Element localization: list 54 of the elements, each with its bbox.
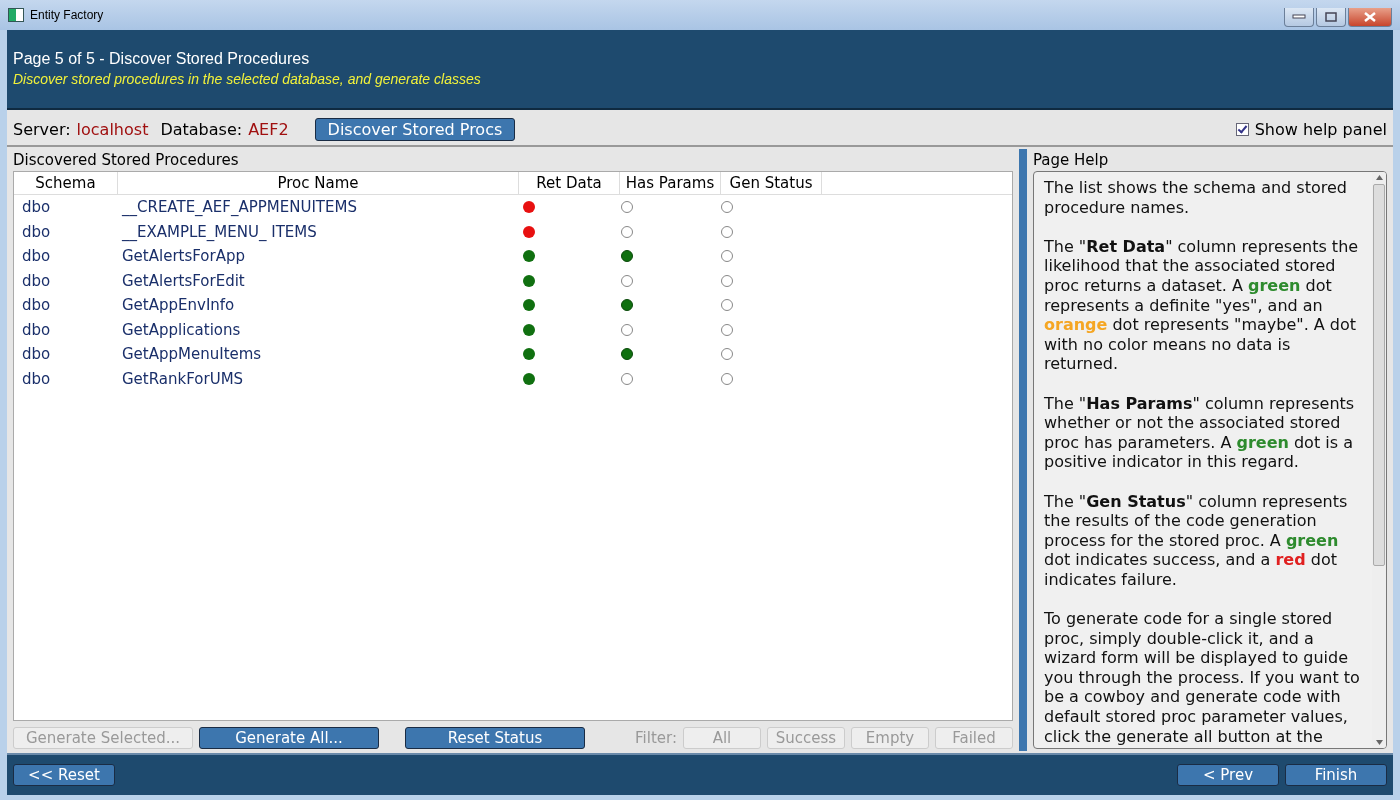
action-button[interactable]: Reset Status: [405, 727, 585, 749]
help-paragraph: To generate code for a single stored proc, simply double-click it, and a wizard form will be displayed to guide you through the process. If you want to be a cowboy and generate code with default stored proc parameter values, click the generate all button at the: [1044, 609, 1361, 747]
table-cell-text: dbo: [21, 296, 52, 315]
window-title: Entity Factory: [30, 8, 104, 22]
maximize-button[interactable]: [1316, 8, 1346, 27]
table-cell-text: GetAppEnvInfo: [121, 296, 236, 315]
scrollbar[interactable]: [1372, 172, 1386, 748]
server-label: Server:: [13, 120, 71, 139]
table-cell-text: dbo: [21, 345, 52, 364]
column-header[interactable]: Has Params: [620, 172, 721, 194]
finish-button[interactable]: Finish: [1285, 764, 1387, 786]
database-label: Database:: [160, 120, 243, 139]
table-cell-text: __CREATE_AEF_APPMENUITEMS: [121, 198, 358, 217]
table-cell-text: dbo: [21, 198, 52, 217]
help-paragraph: The "Ret Data" column represents the likelihood that the associated stored proc returns a dataset. A green dot represents a definite "yes", and an orange dot represents "maybe". A dot with no color means no data is returned.: [1044, 236, 1360, 374]
table-cell-text: __EXAMPLE_MENU_ ITEMS: [121, 222, 318, 241]
column-header[interactable]: Schema: [14, 172, 118, 194]
help-paragraph: The list shows the schema and stored procedure names.: [1044, 178, 1348, 218]
help-paragraph: The "Gen Status" column represents the results of the code generation process for the stored proc. A green dot indicates success, and a red dot indicates failure.: [1044, 491, 1349, 590]
close-button[interactable]: [1348, 8, 1392, 27]
maximize-icon: [1325, 12, 1337, 22]
checkbox-label: Show help panel: [1254, 120, 1387, 139]
column-header[interactable]: Proc Name: [118, 172, 519, 194]
page-subtitle: Discover stored procedures in the selected database, and generate classes: [13, 71, 482, 87]
minimize-button[interactable]: [1284, 8, 1314, 27]
help-paragraph: The "Has Params" column represents whether or not the associated stored proc has parameters. A green dot is a positive indicator in this regard.: [1044, 393, 1356, 472]
minimize-icon: [1292, 14, 1306, 20]
table-cell-text: GetAlertsForEdit: [121, 271, 246, 290]
table-cell-text: GetRankForUMS: [121, 369, 245, 388]
table-cell-text: dbo: [21, 222, 52, 241]
action-button[interactable]: Generate All...: [199, 727, 379, 749]
checkbox[interactable]: [1235, 123, 1249, 136]
table-cell-text: GetAppMenuItems: [121, 345, 263, 364]
database-name: AEF2: [248, 120, 289, 139]
reset-button[interactable]: << Reset: [13, 764, 115, 786]
page-title: Page 5 of 5 - Discover Stored Procedures: [13, 50, 311, 68]
table-cell-text: dbo: [21, 271, 52, 290]
scroll-up-icon[interactable]: [1375, 175, 1383, 180]
column-header[interactable]: Ret Data: [519, 172, 620, 194]
panel-title: Discovered Stored Procedures: [13, 150, 240, 171]
column-header[interactable]: Gen Status: [721, 172, 822, 194]
discover-button[interactable]: Discover Stored Procs: [314, 118, 516, 141]
server-name: localhost: [76, 120, 149, 139]
scroll-down-icon[interactable]: [1375, 740, 1383, 745]
app-icon: [8, 8, 24, 22]
panel-title: Page Help: [1033, 150, 1110, 171]
prev-button[interactable]: < Prev: [1177, 764, 1279, 786]
table-cell-text: dbo: [21, 247, 52, 266]
close-icon: [1363, 12, 1377, 22]
table-cell-text: GetAlertsForApp: [121, 247, 246, 266]
filter-label: Filter:: [635, 729, 677, 747]
table-cell-text: dbo: [21, 320, 52, 339]
table-cell-text: dbo: [21, 369, 52, 388]
table-cell-text: GetApplications: [121, 320, 242, 339]
